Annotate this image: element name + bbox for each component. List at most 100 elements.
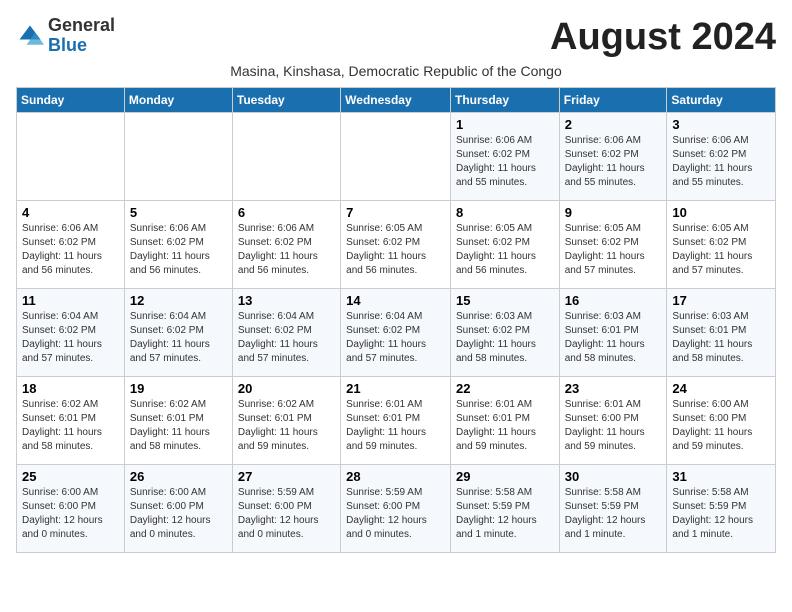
day-number: 18 <box>22 381 119 396</box>
subtitle: Masina, Kinshasa, Democratic Republic of… <box>16 63 776 79</box>
day-info: Sunrise: 6:06 AM Sunset: 6:02 PM Dayligh… <box>672 134 770 190</box>
day-info: Sunrise: 6:01 AM Sunset: 6:00 PM Dayligh… <box>565 398 662 454</box>
day-info: Sunrise: 6:00 AM Sunset: 6:00 PM Dayligh… <box>672 398 770 454</box>
day-number: 21 <box>346 381 445 396</box>
calendar-cell: 15Sunrise: 6:03 AM Sunset: 6:02 PM Dayli… <box>450 289 559 377</box>
day-number: 11 <box>22 293 119 308</box>
calendar-header-row: SundayMondayTuesdayWednesdayThursdayFrid… <box>17 88 776 113</box>
day-info: Sunrise: 6:01 AM Sunset: 6:01 PM Dayligh… <box>346 398 445 454</box>
day-number: 5 <box>130 205 227 220</box>
calendar-cell: 16 Sunrise: 6:03 AM Sunset: 6:01 PM Dayli… <box>559 289 667 377</box>
day-number: 7 <box>346 205 445 220</box>
day-number: 25 <box>22 469 119 484</box>
day-number: 19 <box>130 381 227 396</box>
calendar-cell: 26Sunrise: 6:00 AM Sunset: 6:00 PM Dayli… <box>124 465 232 553</box>
calendar-cell: 9 Sunrise: 6:05 AM Sunset: 6:02 PM Daylig… <box>559 201 667 289</box>
calendar-cell: 30 Sunrise: 5:58 AM Sunset: 5:59 PM Dayli… <box>559 465 667 553</box>
col-header-saturday: Saturday <box>667 88 776 113</box>
day-info: Sunrise: 6:06 AM Sunset: 6:02 PM Dayligh… <box>456 134 554 190</box>
month-title: August 2024 <box>550 16 776 59</box>
calendar-cell: 12 Sunrise: 6:04 AM Sunset: 6:02 PM Dayli… <box>124 289 232 377</box>
day-number: 27 <box>238 469 335 484</box>
day-number: 3 <box>672 117 770 132</box>
calendar-cell <box>124 113 232 201</box>
calendar-cell: 20Sunrise: 6:02 AM Sunset: 6:01 PM Dayli… <box>232 377 340 465</box>
day-info: Sunrise: 6:04 AM Sunset: 6:02 PM Dayligh… <box>346 310 445 366</box>
day-number: 20 <box>238 381 335 396</box>
col-header-wednesday: Wednesday <box>341 88 451 113</box>
day-number: 4 <box>22 205 119 220</box>
calendar-cell: 23 Sunrise: 6:01 AM Sunset: 6:00 PM Dayli… <box>559 377 667 465</box>
calendar-cell: 13 Sunrise: 6:04 AM Sunset: 6:02 PM Dayli… <box>232 289 340 377</box>
day-info: Sunrise: 6:05 AM Sunset: 6:02 PM Dayligh… <box>456 222 554 278</box>
calendar-cell: 21 Sunrise: 6:01 AM Sunset: 6:01 PM Dayli… <box>341 377 451 465</box>
day-number: 17 <box>672 293 770 308</box>
day-number: 13 <box>238 293 335 308</box>
calendar-table: SundayMondayTuesdayWednesdayThursdayFrid… <box>16 87 776 553</box>
day-number: 22 <box>456 381 554 396</box>
day-number: 29 <box>456 469 554 484</box>
day-info: Sunrise: 6:03 AM Sunset: 6:01 PM Dayligh… <box>672 310 770 366</box>
day-info: Sunrise: 6:05 AM Sunset: 6:02 PM Dayligh… <box>346 222 445 278</box>
day-info: Sunrise: 6:06 AM Sunset: 6:02 PM Dayligh… <box>130 222 227 278</box>
day-info: Sunrise: 6:03 AM Sunset: 6:02 PM Dayligh… <box>456 310 554 366</box>
logo-blue-text: Blue <box>48 36 115 56</box>
calendar-cell: 28Sunrise: 5:59 AM Sunset: 6:00 PM Dayli… <box>341 465 451 553</box>
calendar-cell: 6Sunrise: 6:06 AM Sunset: 6:02 PM Daylig… <box>232 201 340 289</box>
calendar-cell: 8Sunrise: 6:05 AM Sunset: 6:02 PM Daylig… <box>450 201 559 289</box>
logo-general-text: General <box>48 16 115 36</box>
calendar-cell: 31 Sunrise: 5:58 AM Sunset: 5:59 PM Dayli… <box>667 465 776 553</box>
calendar-cell: 17 Sunrise: 6:03 AM Sunset: 6:01 PM Dayli… <box>667 289 776 377</box>
day-number: 26 <box>130 469 227 484</box>
day-number: 10 <box>672 205 770 220</box>
day-number: 23 <box>565 381 662 396</box>
calendar-week-row: 1 Sunrise: 6:06 AM Sunset: 6:02 PM Daylig… <box>17 113 776 201</box>
calendar-cell: 25 Sunrise: 6:00 AM Sunset: 6:00 PM Dayli… <box>17 465 125 553</box>
calendar-cell: 10 Sunrise: 6:05 AM Sunset: 6:02 PM Dayli… <box>667 201 776 289</box>
day-info: Sunrise: 6:04 AM Sunset: 6:02 PM Dayligh… <box>238 310 335 366</box>
day-number: 12 <box>130 293 227 308</box>
col-header-thursday: Thursday <box>450 88 559 113</box>
day-number: 2 <box>565 117 662 132</box>
day-number: 9 <box>565 205 662 220</box>
calendar-cell: 7 Sunrise: 6:05 AM Sunset: 6:02 PM Daylig… <box>341 201 451 289</box>
page-header: General Blue August 2024 <box>16 16 776 59</box>
day-info: Sunrise: 6:05 AM Sunset: 6:02 PM Dayligh… <box>565 222 662 278</box>
calendar-week-row: 11 Sunrise: 6:04 AM Sunset: 6:02 PM Dayli… <box>17 289 776 377</box>
calendar-cell <box>341 113 451 201</box>
logo-icon <box>16 22 44 50</box>
calendar-cell: 2 Sunrise: 6:06 AM Sunset: 6:02 PM Daylig… <box>559 113 667 201</box>
day-info: Sunrise: 5:58 AM Sunset: 5:59 PM Dayligh… <box>672 486 770 542</box>
day-info: Sunrise: 6:02 AM Sunset: 6:01 PM Dayligh… <box>22 398 119 454</box>
calendar-cell: 27 Sunrise: 5:59 AM Sunset: 6:00 PM Dayli… <box>232 465 340 553</box>
calendar-cell: 5 Sunrise: 6:06 AM Sunset: 6:02 PM Daylig… <box>124 201 232 289</box>
day-info: Sunrise: 6:06 AM Sunset: 6:02 PM Dayligh… <box>565 134 662 190</box>
calendar-cell <box>17 113 125 201</box>
calendar-cell: 3 Sunrise: 6:06 AM Sunset: 6:02 PM Daylig… <box>667 113 776 201</box>
day-info: Sunrise: 5:58 AM Sunset: 5:59 PM Dayligh… <box>565 486 662 542</box>
day-number: 16 <box>565 293 662 308</box>
logo: General Blue <box>16 16 115 56</box>
day-number: 6 <box>238 205 335 220</box>
day-info: Sunrise: 6:00 AM Sunset: 6:00 PM Dayligh… <box>22 486 119 542</box>
day-info: Sunrise: 5:58 AM Sunset: 5:59 PM Dayligh… <box>456 486 554 542</box>
day-number: 30 <box>565 469 662 484</box>
calendar-cell: 19Sunrise: 6:02 AM Sunset: 6:01 PM Dayli… <box>124 377 232 465</box>
calendar-cell: 4Sunrise: 6:06 AM Sunset: 6:02 PM Daylig… <box>17 201 125 289</box>
day-info: Sunrise: 6:04 AM Sunset: 6:02 PM Dayligh… <box>22 310 119 366</box>
calendar-cell: 11 Sunrise: 6:04 AM Sunset: 6:02 PM Dayli… <box>17 289 125 377</box>
day-info: Sunrise: 6:05 AM Sunset: 6:02 PM Dayligh… <box>672 222 770 278</box>
day-info: Sunrise: 5:59 AM Sunset: 6:00 PM Dayligh… <box>238 486 335 542</box>
day-info: Sunrise: 6:01 AM Sunset: 6:01 PM Dayligh… <box>456 398 554 454</box>
day-info: Sunrise: 6:03 AM Sunset: 6:01 PM Dayligh… <box>565 310 662 366</box>
col-header-sunday: Sunday <box>17 88 125 113</box>
calendar-cell: 1 Sunrise: 6:06 AM Sunset: 6:02 PM Daylig… <box>450 113 559 201</box>
day-info: Sunrise: 6:04 AM Sunset: 6:02 PM Dayligh… <box>130 310 227 366</box>
day-number: 31 <box>672 469 770 484</box>
day-number: 1 <box>456 117 554 132</box>
calendar-cell: 22 Sunrise: 6:01 AM Sunset: 6:01 PM Dayli… <box>450 377 559 465</box>
calendar-week-row: 25 Sunrise: 6:00 AM Sunset: 6:00 PM Dayli… <box>17 465 776 553</box>
col-header-monday: Monday <box>124 88 232 113</box>
calendar-week-row: 18 Sunrise: 6:02 AM Sunset: 6:01 PM Dayli… <box>17 377 776 465</box>
calendar-week-row: 4 Sunrise: 6:06 AM Sunset: 6:02 PM Daylig… <box>17 201 776 289</box>
